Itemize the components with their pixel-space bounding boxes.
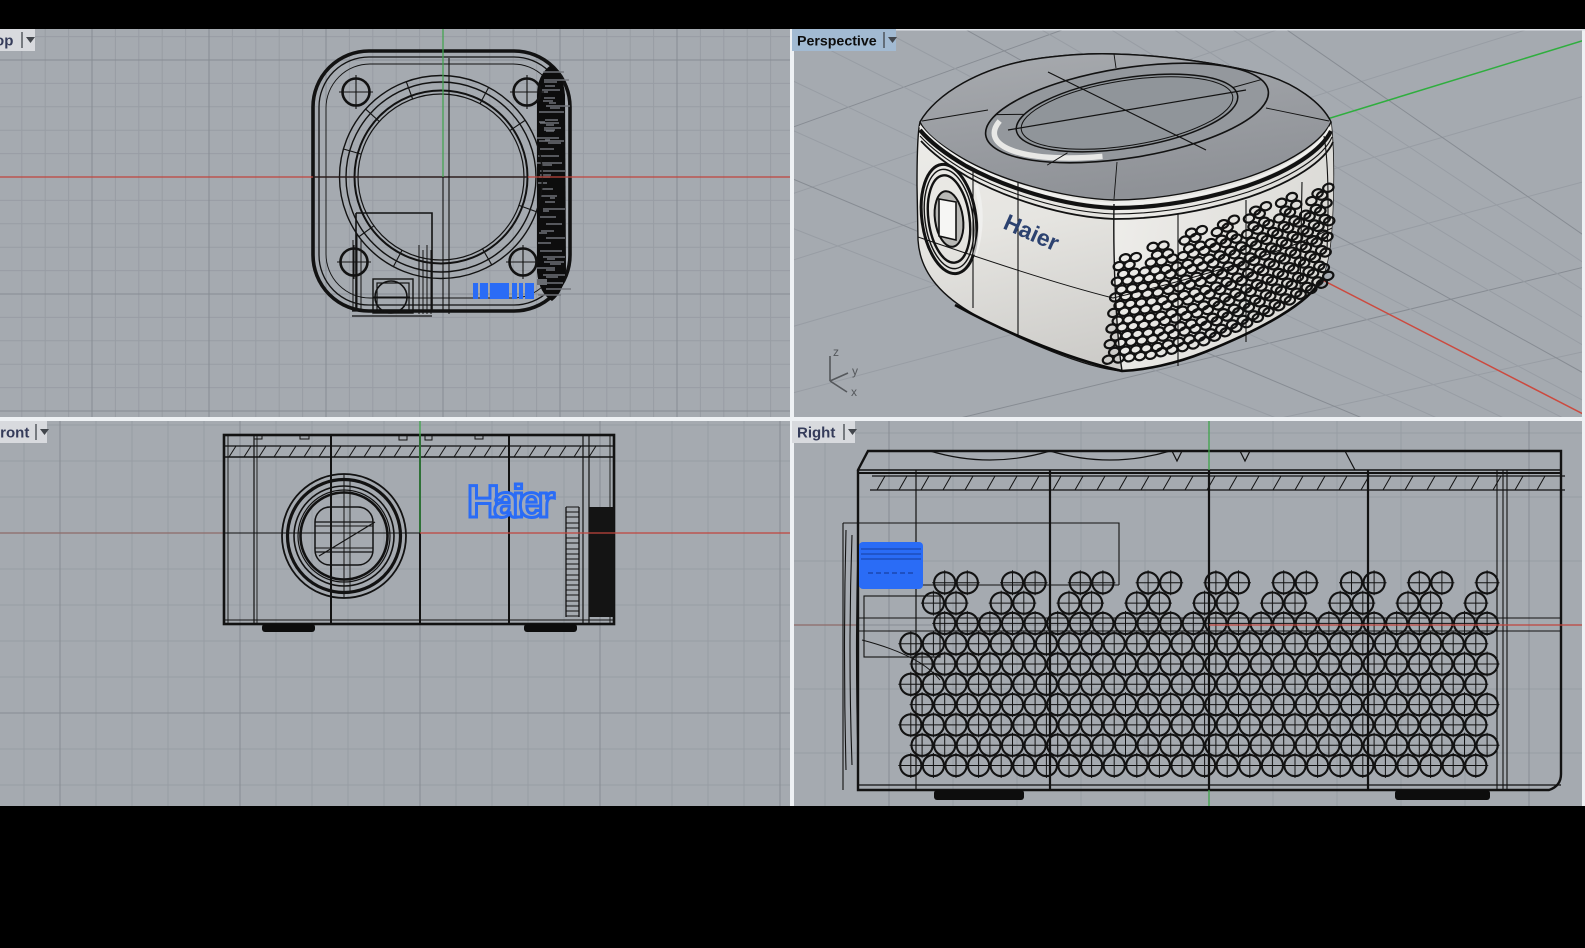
svg-text:y: y (852, 364, 858, 378)
svg-text:Right: Right (797, 425, 835, 442)
svg-text:Top: Top (0, 33, 13, 50)
svg-text:z: z (833, 345, 839, 359)
svg-text:Perspective: Perspective (797, 34, 877, 50)
svg-text:Front: Front (0, 425, 29, 442)
svg-text:Haier: Haier (467, 476, 555, 527)
svg-text:x: x (851, 385, 857, 399)
